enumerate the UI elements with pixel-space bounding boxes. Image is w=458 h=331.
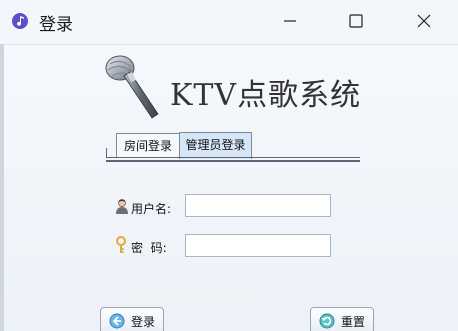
- minimize-button[interactable]: [270, 4, 310, 38]
- music-note-icon: [12, 13, 28, 29]
- login-window: 登录 KTV点歌系统 房间登录 管理员登录 用户名: 密 码: 登录 重置: [0, 0, 458, 331]
- username-label: 用户名:: [131, 202, 172, 216]
- app-name: KTV点歌系统: [170, 78, 362, 113]
- title-bar: 登录: [0, 0, 458, 45]
- tab-room-login[interactable]: 房间登录: [116, 133, 180, 158]
- tab-divider: [106, 157, 360, 158]
- username-input[interactable]: [185, 194, 331, 217]
- login-button[interactable]: 登录: [100, 307, 164, 331]
- reset-button-label: 重置: [341, 314, 366, 329]
- login-button-label: 登录: [131, 314, 156, 329]
- reset-button[interactable]: 重置: [310, 307, 374, 331]
- maximize-icon: [349, 14, 363, 28]
- minimize-icon: [284, 20, 296, 22]
- close-icon: [417, 14, 431, 28]
- window-title: 登录: [39, 15, 73, 35]
- password-label: 密 码:: [131, 241, 167, 255]
- login-arrow-icon: [109, 313, 125, 329]
- close-button[interactable]: [404, 4, 444, 38]
- reset-icon: [319, 313, 335, 329]
- microphone-icon: [105, 55, 159, 119]
- password-input[interactable]: [185, 234, 331, 257]
- key-icon: [116, 236, 126, 253]
- maximize-button[interactable]: [336, 4, 376, 38]
- user-icon: [116, 199, 128, 214]
- tab-divider: [106, 160, 360, 162]
- tab-admin-login[interactable]: 管理员登录: [179, 132, 252, 159]
